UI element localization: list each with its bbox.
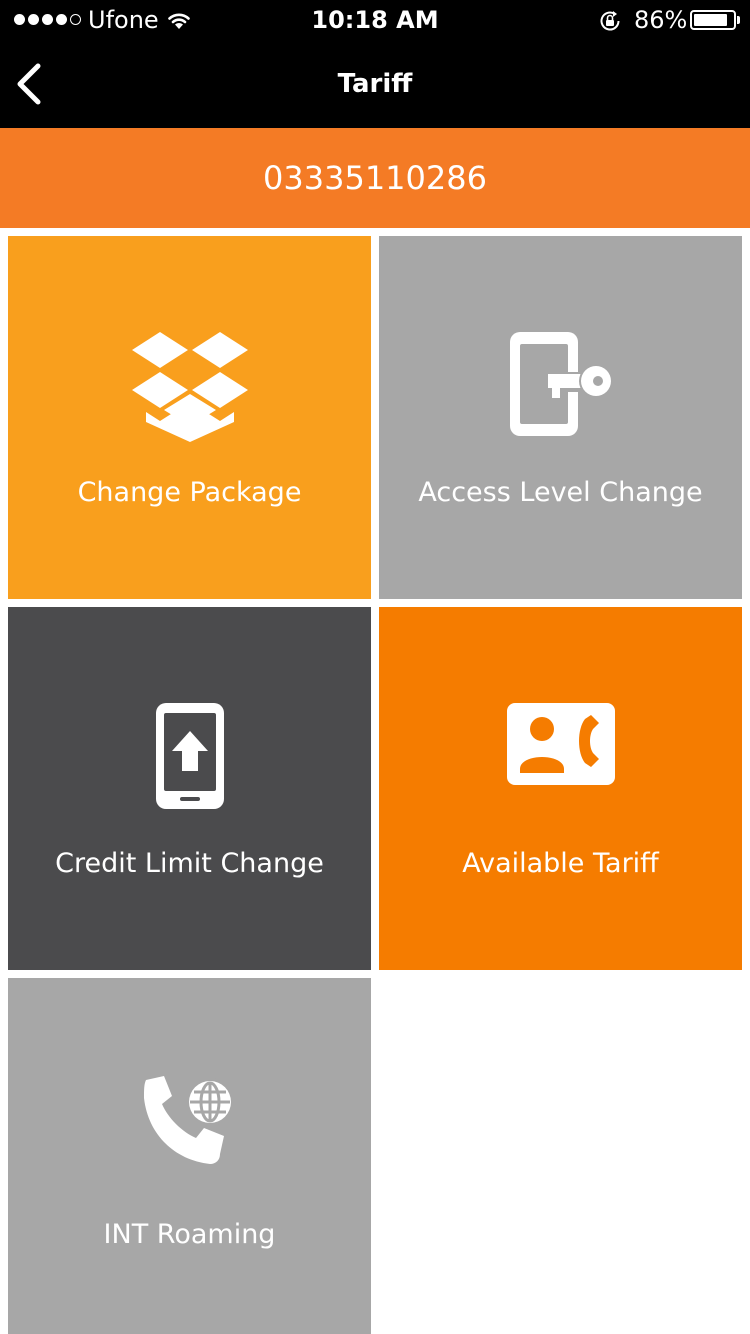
tile-label: Available Tariff — [462, 848, 659, 879]
available-tariff-tile[interactable]: Available Tariff — [379, 607, 742, 970]
access-level-change-tile[interactable]: Access Level Change — [379, 236, 742, 599]
change-package-tile[interactable]: Change Package — [8, 236, 371, 599]
status-bar: Ufone 10:18 AM 86% — [0, 0, 750, 40]
tile-label: Access Level Change — [418, 477, 703, 508]
tile-label: Change Package — [77, 477, 302, 508]
int-roaming-tile[interactable]: INT Roaming — [8, 978, 371, 1334]
phone-key-icon — [509, 332, 613, 436]
tile-label: INT Roaming — [103, 1219, 276, 1250]
phone-globe-icon — [143, 1076, 234, 1164]
credit-limit-change-tile[interactable]: Credit Limit Change — [8, 607, 371, 970]
contact-call-card-icon — [506, 703, 615, 785]
battery-percentage: 86% — [634, 6, 688, 34]
battery-icon — [690, 10, 740, 30]
navigation-bar: Tariff — [0, 40, 750, 128]
battery-tip — [737, 16, 740, 24]
phone-number: 03335110286 — [263, 159, 487, 197]
phone-upload-icon — [155, 703, 224, 809]
page-title: Tariff — [337, 69, 413, 99]
box-package-icon — [131, 332, 248, 442]
phone-number-banner: 03335110286 — [0, 128, 750, 228]
tile-label: Credit Limit Change — [55, 848, 324, 879]
battery-level-fill — [694, 14, 727, 26]
rotation-lock-icon — [600, 11, 620, 31]
